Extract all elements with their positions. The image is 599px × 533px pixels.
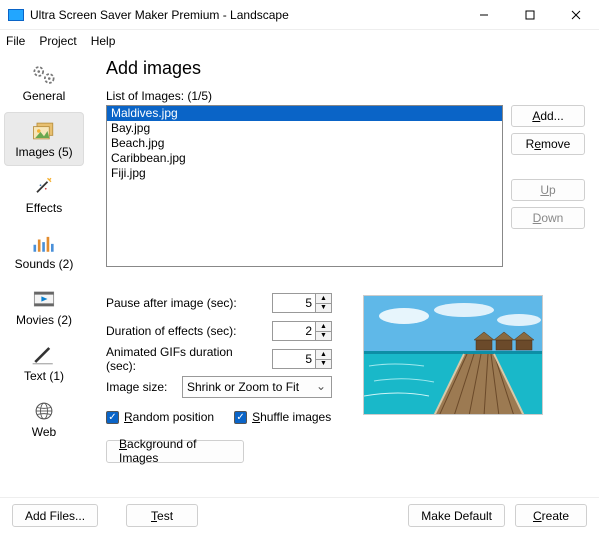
imagesize-select[interactable]: Shrink or Zoom to Fit [182,376,332,398]
list-label: List of Images: (1/5) [106,89,585,103]
sidebar-item-effects[interactable]: Effects [4,168,84,222]
menu-file[interactable]: File [6,34,25,48]
sidebar-item-text[interactable]: Text (1) [4,336,84,390]
title-bar: Ultra Screen Saver Maker Premium - Lands… [0,0,599,30]
footer-bar: Add Files... Test Make Default Create [0,497,599,533]
make-default-button[interactable]: Make Default [408,504,505,527]
check-icon: ✓ [234,411,247,424]
remove-button[interactable]: Remove [511,133,585,155]
shuffle-images-checkbox[interactable]: ✓ Shuffle images [234,410,331,424]
list-item[interactable]: Caribbean.jpg [107,151,502,166]
sidebar-label: General [23,89,66,103]
pencil-icon [30,343,58,367]
globe-icon [30,399,58,423]
sidebar-item-images[interactable]: Images (5) [4,112,84,166]
gears-icon [30,63,58,87]
test-button[interactable]: Test [126,504,198,527]
menu-project[interactable]: Project [39,34,76,48]
list-item[interactable]: Beach.jpg [107,136,502,151]
page-title: Add images [106,58,585,79]
random-position-checkbox[interactable]: ✓ Random position [106,410,214,424]
gif-label: Animated GIFs duration (sec): [106,345,264,373]
pause-spinner[interactable]: ▲▼ [316,293,332,313]
minimize-button[interactable] [461,0,507,30]
background-button[interactable]: Background of Images [106,440,244,463]
list-item[interactable]: Maldives.jpg [107,106,502,121]
sidebar-label: Web [32,425,56,439]
sidebar: General Images (5) Effects Sounds (2) Mo… [0,52,88,497]
pause-label: Pause after image (sec): [106,296,264,310]
duration-input[interactable] [272,321,316,341]
sidebar-item-movies[interactable]: Movies (2) [4,280,84,334]
menu-help[interactable]: Help [91,34,116,48]
sidebar-label: Text (1) [24,369,64,383]
add-button[interactable]: Add... [511,105,585,127]
sidebar-label: Movies (2) [16,313,72,327]
gif-duration-input[interactable] [272,349,316,369]
content-pane: Add images List of Images: (1/5) Maldive… [88,52,599,497]
sidebar-label: Images (5) [15,145,72,159]
sidebar-label: Sounds (2) [15,257,74,271]
duration-spinner[interactable]: ▲▼ [316,321,332,341]
sidebar-label: Effects [26,201,62,215]
sidebar-item-web[interactable]: Web [4,392,84,446]
pause-input[interactable] [272,293,316,313]
add-files-button[interactable]: Add Files... [12,504,98,527]
list-item[interactable]: Fiji.jpg [107,166,502,181]
film-icon [30,287,58,311]
image-listbox[interactable]: Maldives.jpg Bay.jpg Beach.jpg Caribbean… [106,105,503,267]
down-button[interactable]: Down [511,207,585,229]
app-icon [8,7,24,23]
maximize-button[interactable] [507,0,553,30]
menu-bar: File Project Help [0,30,599,52]
window-title: Ultra Screen Saver Maker Premium - Lands… [30,8,289,22]
image-preview [363,295,543,415]
up-button[interactable]: Up [511,179,585,201]
check-icon: ✓ [106,411,119,424]
sidebar-item-sounds[interactable]: Sounds (2) [4,224,84,278]
list-item[interactable]: Bay.jpg [107,121,502,136]
gif-duration-spinner[interactable]: ▲▼ [316,349,332,369]
close-button[interactable] [553,0,599,30]
create-button[interactable]: Create [515,504,587,527]
duration-label: Duration of effects (sec): [106,324,264,338]
sidebar-item-general[interactable]: General [4,56,84,110]
sparkle-icon [30,175,58,199]
imagesize-label: Image size: [106,380,174,394]
images-icon [30,119,58,143]
equalizer-icon [30,231,58,255]
